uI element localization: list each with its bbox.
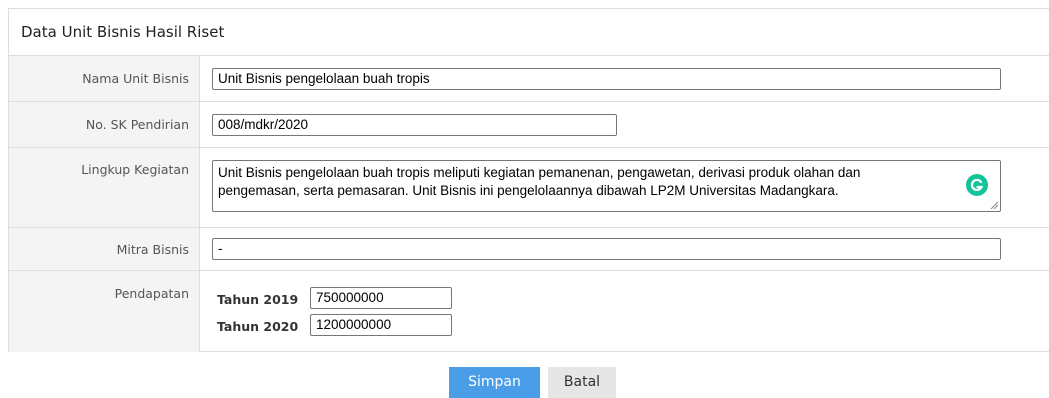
lingkup-kegiatan-textarea[interactable]: Unit Bisnis pengelolaan buah tropis meli… <box>212 160 1001 212</box>
no-sk-pendirian-input[interactable]: 008/mdkr/2020 <box>212 114 617 136</box>
resize-handle-icon[interactable] <box>990 201 998 209</box>
row-pendapatan: Pendapatan Tahun 2019 750000000 Tahun 20… <box>9 271 1049 352</box>
form-panel: Data Unit Bisnis Hasil Riset Nama Unit B… <box>8 8 1049 352</box>
panel-title: Data Unit Bisnis Hasil Riset <box>9 9 1049 56</box>
tahun-2020-label: Tahun 2020 <box>217 319 299 334</box>
lingkup-kegiatan-line-1: Unit Bisnis pengelolaan buah tropis meli… <box>218 165 861 180</box>
lingkup-kegiatan-line-2: pengemasan, serta pemasaran. Unit Bisnis… <box>218 183 839 198</box>
row-mitra-bisnis: Mitra Bisnis - <box>9 228 1049 271</box>
cancel-button[interactable]: Batal <box>548 367 616 398</box>
label-pendapatan: Pendapatan <box>9 271 200 352</box>
label-lingkup-kegiatan: Lingkup Kegiatan <box>9 148 200 227</box>
row-nama-unit-bisnis: Nama Unit Bisnis Unit Bisnis pengelolaan… <box>9 56 1049 102</box>
tahun-2019-input[interactable]: 750000000 <box>310 287 452 309</box>
mitra-bisnis-input[interactable]: - <box>212 238 1001 260</box>
tahun-2019-label: Tahun 2019 <box>217 292 299 307</box>
save-button[interactable]: Simpan <box>449 367 540 398</box>
nama-unit-bisnis-input[interactable]: Unit Bisnis pengelolaan buah tropis <box>212 68 1001 90</box>
grammarly-icon[interactable] <box>966 174 988 196</box>
label-mitra-bisnis: Mitra Bisnis <box>9 228 200 270</box>
tahun-2020-input[interactable]: 1200000000 <box>310 314 452 336</box>
label-nama-unit-bisnis: Nama Unit Bisnis <box>9 56 200 101</box>
row-no-sk-pendirian: No. SK Pendirian 008/mdkr/2020 <box>9 102 1049 148</box>
row-lingkup-kegiatan: Lingkup Kegiatan Unit Bisnis pengelolaan… <box>9 148 1049 228</box>
label-no-sk-pendirian: No. SK Pendirian <box>9 102 200 147</box>
